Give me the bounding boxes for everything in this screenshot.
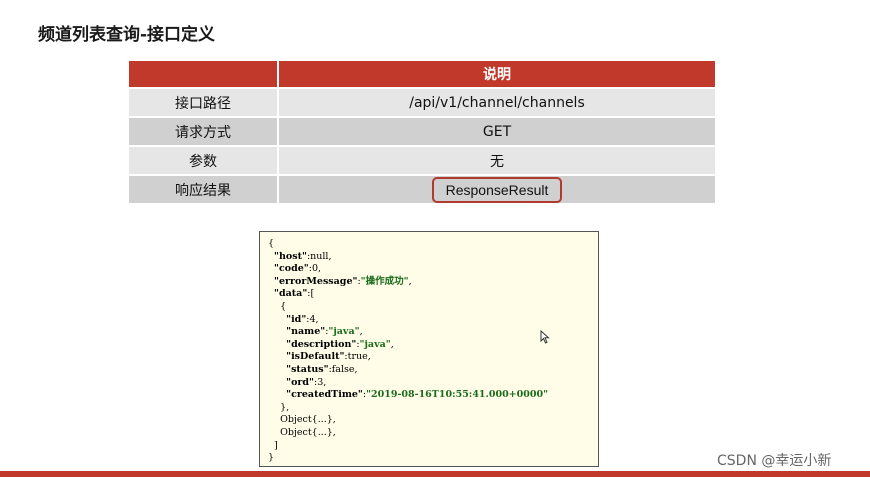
- footer-accent-line: [0, 471, 870, 477]
- row-value: /api/v1/channel/channels: [278, 88, 715, 118]
- json-line: Object{...},: [268, 414, 336, 426]
- api-spec-table: 说明 接口路径 /api/v1/channel/channels 请求方式 GE…: [129, 61, 715, 205]
- json-line: "host":null,: [274, 250, 332, 262]
- row-value: ResponseResult: [278, 175, 715, 205]
- row-label: 参数: [129, 146, 279, 176]
- json-line: "code":0,: [274, 263, 322, 275]
- json-line: },: [268, 401, 290, 413]
- row-value: 无: [278, 146, 715, 176]
- table-header-row: 说明: [129, 61, 715, 89]
- table-row: 参数 无: [129, 146, 715, 176]
- json-response-example: { "host":null, "code":0, "errorMessage":…: [259, 231, 599, 467]
- row-label: 请求方式: [129, 117, 279, 147]
- page-title: 频道列表查询-接口定义: [38, 25, 216, 45]
- json-line: "status":false,: [286, 363, 358, 375]
- json-line: "id":4,: [286, 313, 319, 325]
- json-line: }: [268, 452, 275, 464]
- row-value: GET: [278, 117, 715, 147]
- json-line: {: [268, 238, 275, 249]
- json-line: "data":[: [274, 288, 315, 300]
- table-row: 接口路径 /api/v1/channel/channels: [129, 88, 715, 118]
- table-header-blank: [129, 61, 279, 89]
- row-label: 响应结果: [129, 175, 279, 205]
- table-row: 请求方式 GET: [129, 117, 715, 147]
- table-row: 响应结果 ResponseResult: [129, 175, 715, 205]
- json-line: "createdTime":"2019-08-16T10:55:41.000+0…: [286, 389, 549, 401]
- mouse-cursor-icon: [540, 330, 550, 344]
- json-line: "ord":3,: [286, 376, 327, 388]
- row-label: 接口路径: [129, 88, 279, 118]
- json-line: {: [268, 300, 287, 312]
- json-line: Object{...},: [268, 426, 336, 438]
- highlighted-response-result: ResponseResult: [431, 176, 563, 203]
- json-line: "errorMessage":"操作成功",: [274, 275, 412, 287]
- table-header-description: 说明: [278, 61, 715, 89]
- json-line: ]: [268, 439, 278, 451]
- watermark: CSDN @幸运小新: [717, 453, 832, 469]
- json-line: "isDefault":true,: [286, 351, 371, 363]
